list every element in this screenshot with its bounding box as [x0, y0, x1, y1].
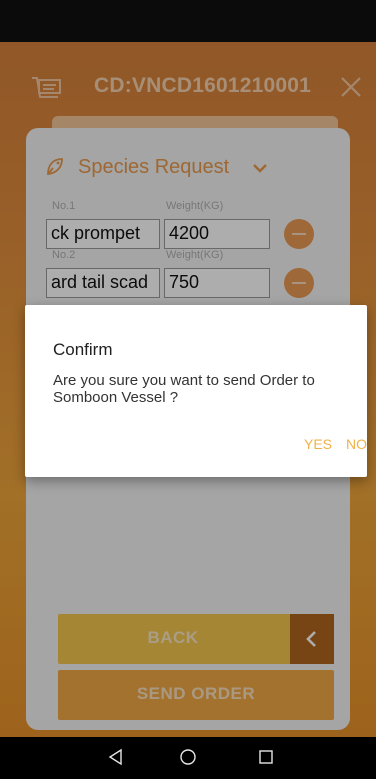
navigation-bar — [0, 737, 376, 779]
yes-button[interactable]: YES — [304, 436, 332, 452]
nav-recents-icon[interactable] — [258, 749, 274, 765]
nav-back-icon[interactable] — [107, 748, 125, 766]
confirm-dialog: Confirm Are you sure you want to send Or… — [25, 305, 367, 477]
dialog-title: Confirm — [53, 340, 113, 359]
nav-home-icon[interactable] — [179, 748, 197, 766]
status-bar — [0, 0, 376, 42]
dialog-message: Are you sure you want to send Order to S… — [53, 372, 315, 406]
no-button[interactable]: NO — [346, 436, 367, 452]
